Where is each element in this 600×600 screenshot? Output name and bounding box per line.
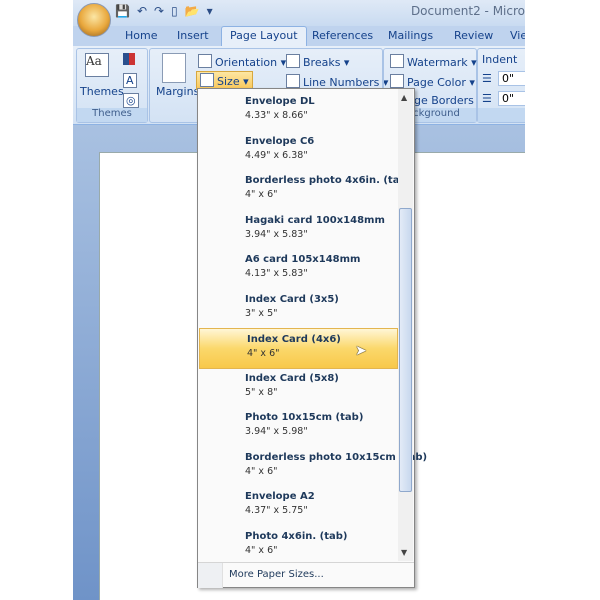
paper-size-dimensions: 5" x 8" (245, 386, 278, 398)
paper-size-dimensions: 3.94" x 5.98" (245, 426, 308, 437)
paper-size-name: Index Card (4x6) (247, 334, 341, 345)
paper-size-name: Index Card (3x5) (245, 293, 339, 305)
undo-icon[interactable]: ↶ (137, 4, 147, 18)
orientation-icon (198, 54, 212, 68)
indent-left-input[interactable]: 0" (498, 71, 525, 86)
save-icon[interactable]: 💾 (115, 4, 130, 18)
margins-icon[interactable] (162, 53, 186, 83)
paper-size-dimensions: 4.33" x 8.66" (245, 110, 308, 121)
window-title: Document2 - Micro (410, 4, 525, 18)
orientation-button[interactable]: Orientation ▾ (198, 54, 286, 69)
indent-right-input[interactable]: 0" (498, 91, 525, 106)
indent-left-icon: ☰ (482, 72, 492, 85)
paper-size-item[interactable]: Photo 10x15cm (tab) 3.94" x 5.98" (198, 407, 398, 446)
watermark-label: Watermark (407, 56, 468, 69)
paper-size-item[interactable]: Photo 4x6in. (tab) 4" x 6" (198, 526, 398, 565)
themes-icon[interactable]: Aa (85, 53, 109, 77)
line-numbers-button[interactable]: Line Numbers ▾ (286, 74, 388, 89)
title-bar: 💾 ↶ ↷ ▯ 📂 ▾ Document2 - Micro (73, 0, 525, 26)
page-color-button[interactable]: Page Color ▾ (390, 74, 475, 89)
paper-size-dimensions: 3.94" x 5.83" (245, 228, 308, 240)
paragraph-group-label (478, 108, 525, 122)
themes-group-label: Themes (77, 108, 147, 122)
new-icon[interactable]: ▯ (171, 4, 178, 18)
paper-size-item[interactable]: Envelope DL 4.33" x 8.66" (198, 91, 398, 130)
open-icon[interactable]: 📂 (185, 4, 200, 18)
paper-size-name: Envelope A2 (245, 491, 315, 502)
tab-home[interactable]: Home (125, 29, 157, 42)
paper-size-item[interactable]: Borderless photo 10x15cm (tab) 4" x 6" (198, 447, 427, 486)
paper-size-name: Envelope C6 (245, 135, 315, 147)
breaks-icon (286, 54, 300, 68)
tab-view[interactable]: Vie (510, 29, 525, 42)
breaks-label: Breaks (303, 56, 341, 69)
paper-size-name: Photo 10x15cm (tab) (245, 412, 364, 423)
page-color-icon (390, 74, 404, 88)
paper-size-name: Envelope DL (245, 96, 315, 107)
paper-size-item[interactable]: Index Card (4x6) 4" x 6" ➤ (199, 328, 398, 369)
tab-review[interactable]: Review (454, 29, 493, 42)
quick-access-toolbar: 💾 ↶ ↷ ▯ 📂 ▾ (115, 4, 213, 18)
size-label: Size (217, 75, 240, 88)
paper-size-item[interactable]: Borderless photo 4x6in. (tab) 4" x 6" (198, 170, 411, 209)
ribbon-tabs: Home Insert Page Layout References Maili… (73, 26, 525, 49)
size-icon (200, 73, 214, 87)
mouse-cursor-icon: ➤ (355, 343, 367, 359)
paper-size-dimensions: 4" x 6" (245, 465, 278, 477)
customize-icon[interactable]: ▾ (207, 4, 213, 18)
scroll-down-icon[interactable]: ▼ (401, 548, 407, 557)
office-button[interactable] (77, 3, 111, 37)
paper-size-name: Photo 4x6in. (tab) (245, 530, 348, 542)
line-numbers-icon (286, 74, 300, 88)
paper-size-name: Index Card (5x8) (245, 372, 339, 384)
tab-mailings[interactable]: Mailings (388, 29, 433, 42)
redo-icon[interactable]: ↷ (154, 4, 164, 18)
paper-size-name: A6 card 105x148mm (245, 254, 361, 265)
themes-group: Aa Themes A ◎ Themes (76, 48, 148, 123)
scroll-up-icon[interactable]: ▲ (401, 93, 407, 102)
paper-size-item[interactable]: Hagaki card 100x148mm 3.94" x 5.83" (198, 210, 398, 249)
theme-fonts-icon[interactable]: A (123, 73, 137, 88)
word-window: 💾 ↶ ↷ ▯ 📂 ▾ Document2 - Micro Home Inser… (73, 0, 525, 600)
scrollbar-thumb[interactable] (399, 207, 412, 492)
paper-size-dimensions: 4" x 6" (245, 189, 278, 200)
theme-colors-icon[interactable] (123, 53, 135, 65)
paper-size-item[interactable]: Index Card (5x8) 5" x 8" (198, 368, 398, 407)
paper-size-item[interactable]: A6 card 105x148mm 4.13" x 5.83" (198, 249, 398, 288)
paper-size-dimensions: 4" x 6" (245, 544, 278, 556)
tab-insert[interactable]: Insert (177, 29, 209, 42)
themes-button[interactable]: Themes (80, 85, 124, 98)
paper-size-item[interactable]: Envelope A2 4.37" x 5.75" (198, 486, 398, 525)
page-borders-button[interactable]: ge Borders (414, 94, 474, 107)
more-paper-sizes-item[interactable]: More Paper Sizes... (198, 562, 414, 588)
menu-scrollbar[interactable]: ▲ ▼ (398, 89, 413, 561)
paper-size-dimensions: 4.13" x 5.83" (245, 268, 308, 279)
paper-size-dimensions: 3" x 5" (245, 307, 278, 319)
orientation-label: Orientation (215, 56, 278, 69)
margins-button[interactable]: Margins (156, 85, 199, 98)
indent-right-icon: ☰ (482, 92, 492, 105)
watermark-button[interactable]: Watermark ▾ (390, 54, 477, 69)
theme-effects-icon[interactable]: ◎ (123, 93, 139, 108)
breaks-button[interactable]: Breaks ▾ (286, 54, 349, 69)
paper-size-dimensions: 4" x 6" (247, 348, 280, 359)
page-color-label: Page Color (407, 76, 466, 89)
paper-size-item[interactable]: Envelope C6 4.49" x 6.38" (198, 131, 398, 170)
paper-size-name: Borderless photo 4x6in. (tab) (245, 175, 412, 186)
paper-size-dimensions: 4.49" x 6.38" (245, 149, 308, 161)
paper-size-dimensions: 4.37" x 5.75" (245, 505, 308, 516)
tab-references[interactable]: References (312, 29, 373, 42)
paragraph-group: Indent ☰ 0" ☰ 0" (477, 48, 525, 123)
paper-size-item[interactable]: Index Card (3x5) 3" x 5" (198, 289, 398, 328)
indent-label: Indent (482, 53, 518, 66)
size-dropdown-menu: Envelope DL 4.33" x 8.66" Envelope C6 4.49"… (197, 88, 427, 588)
watermark-icon (390, 54, 404, 68)
paper-size-name: Hagaki card 100x148mm (245, 214, 385, 226)
more-paper-sizes-label: More Paper Sizes... (229, 569, 324, 580)
